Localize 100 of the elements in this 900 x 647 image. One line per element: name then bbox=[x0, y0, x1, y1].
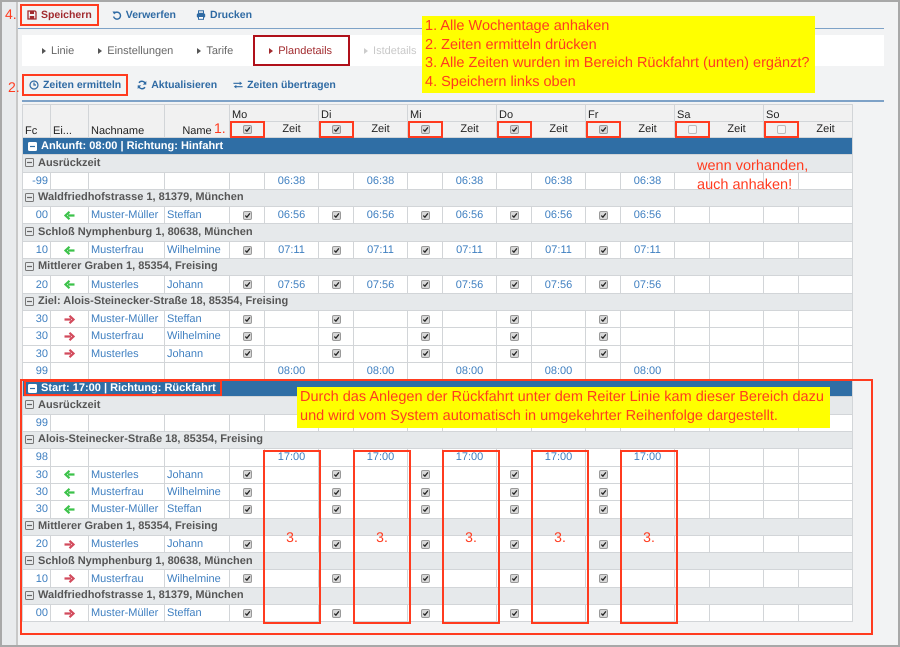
checkbox[interactable] bbox=[598, 608, 608, 618]
collapse-icon[interactable] bbox=[25, 158, 34, 168]
group-header[interactable]: Ziel: Alois-Steinecker-Straße 18, 85354, Freising bbox=[22, 293, 853, 310]
checkbox[interactable] bbox=[332, 280, 340, 290]
checkbox[interactable] bbox=[510, 210, 519, 220]
checkbox[interactable] bbox=[242, 540, 252, 549]
checkbox[interactable] bbox=[598, 349, 608, 358]
checkbox[interactable] bbox=[598, 470, 608, 480]
group-header[interactable]: Alois-Steinecker-Straße 18, 85354, Freising bbox=[22, 432, 853, 449]
checkbox[interactable] bbox=[242, 332, 252, 341]
checkbox[interactable] bbox=[598, 314, 608, 324]
checkbox[interactable] bbox=[332, 210, 340, 220]
checkbox[interactable] bbox=[332, 124, 340, 134]
checkbox[interactable] bbox=[420, 280, 430, 290]
collapse-icon[interactable] bbox=[25, 400, 34, 410]
checkbox[interactable] bbox=[420, 574, 430, 584]
collapse-icon[interactable] bbox=[25, 434, 34, 444]
checkbox[interactable] bbox=[776, 124, 786, 134]
checkbox[interactable] bbox=[242, 608, 252, 618]
table-cell: Johann bbox=[164, 466, 230, 484]
checkbox[interactable] bbox=[242, 314, 252, 324]
checkbox[interactable] bbox=[510, 246, 519, 255]
checkbox[interactable] bbox=[510, 314, 519, 324]
checkbox[interactable] bbox=[598, 574, 608, 584]
checkbox[interactable] bbox=[332, 608, 340, 618]
checkbox[interactable] bbox=[242, 488, 252, 497]
group-header[interactable]: Mittlerer Graben 1, 85354, Freising bbox=[22, 258, 853, 276]
checkbox[interactable] bbox=[332, 540, 340, 549]
checkbox[interactable] bbox=[420, 470, 430, 480]
checkbox[interactable] bbox=[420, 332, 430, 341]
checkbox[interactable] bbox=[242, 504, 252, 514]
checkbox[interactable] bbox=[510, 349, 519, 358]
checkbox[interactable] bbox=[420, 504, 430, 514]
collapse-icon[interactable] bbox=[25, 296, 34, 306]
checkbox[interactable] bbox=[598, 540, 608, 549]
toolbar-button[interactable]: Speichern bbox=[20, 4, 99, 26]
checkbox[interactable] bbox=[510, 470, 519, 480]
checkbox[interactable] bbox=[242, 574, 252, 584]
checkbox[interactable] bbox=[332, 349, 340, 358]
section-header[interactable]: Ankunft: 08:00 | Richtung: Hinfahrt bbox=[22, 138, 853, 155]
collapse-icon[interactable] bbox=[25, 262, 34, 271]
action-button[interactable]: Zeiten übertragen bbox=[226, 74, 343, 96]
table-cell: Steffan bbox=[164, 604, 230, 622]
time-cell: 07:56 bbox=[354, 276, 408, 294]
checkbox[interactable] bbox=[242, 470, 252, 480]
checkbox[interactable] bbox=[598, 504, 608, 514]
column-header: Ei... bbox=[50, 104, 88, 138]
checkbox[interactable] bbox=[420, 124, 430, 134]
checkbox[interactable] bbox=[598, 246, 608, 255]
tab[interactable]: Einstellungen bbox=[94, 35, 194, 66]
checkbox[interactable] bbox=[420, 488, 430, 497]
checkbox[interactable] bbox=[332, 332, 340, 341]
action-button[interactable]: Zeiten ermitteln bbox=[22, 74, 128, 96]
checkbox[interactable] bbox=[510, 574, 519, 584]
checkbox[interactable] bbox=[242, 246, 252, 255]
checkbox[interactable] bbox=[598, 332, 608, 341]
collapse-icon[interactable] bbox=[25, 556, 34, 566]
checkbox[interactable] bbox=[420, 540, 430, 549]
checkbox[interactable] bbox=[242, 280, 252, 290]
group-header[interactable]: Waldfriedhofstrasse 1, 81379, München bbox=[22, 587, 853, 605]
tab[interactable]: Plandetails bbox=[253, 35, 350, 66]
checkbox[interactable] bbox=[510, 488, 519, 497]
checkbox[interactable] bbox=[332, 504, 340, 514]
checkbox[interactable] bbox=[510, 332, 519, 341]
toolbar-button[interactable]: Verwerfen bbox=[104, 4, 183, 26]
group-header[interactable]: Schloß Nymphenburg 1, 80638, München bbox=[22, 552, 853, 570]
tab[interactable]: Linie bbox=[38, 35, 94, 66]
checkbox[interactable] bbox=[510, 608, 519, 618]
group-header[interactable]: Waldfriedhofstrasse 1, 81379, München bbox=[22, 189, 853, 207]
checkbox[interactable] bbox=[420, 210, 430, 220]
checkbox[interactable] bbox=[420, 608, 430, 618]
time-cell: 06:38 bbox=[620, 172, 675, 190]
checkbox[interactable] bbox=[688, 124, 697, 134]
action-button[interactable]: Aktualisieren bbox=[130, 74, 224, 96]
collapse-icon[interactable] bbox=[25, 192, 34, 202]
checkbox[interactable] bbox=[332, 574, 340, 584]
checkbox[interactable] bbox=[332, 246, 340, 255]
collapse-icon[interactable] bbox=[25, 521, 34, 530]
checkbox[interactable] bbox=[598, 280, 608, 290]
toolbar-button[interactable]: Drucken bbox=[188, 4, 259, 26]
group-header[interactable]: Schloß Nymphenburg 1, 80638, München bbox=[22, 224, 853, 242]
checkbox[interactable] bbox=[598, 124, 608, 134]
checkbox[interactable] bbox=[332, 470, 340, 480]
checkbox[interactable] bbox=[510, 280, 519, 290]
checkbox[interactable] bbox=[242, 349, 252, 358]
collapse-icon[interactable] bbox=[25, 227, 34, 236]
checkbox[interactable] bbox=[242, 124, 252, 134]
checkbox[interactable] bbox=[510, 540, 519, 549]
checkbox[interactable] bbox=[510, 124, 519, 134]
checkbox[interactable] bbox=[420, 246, 430, 255]
checkbox[interactable] bbox=[598, 210, 608, 220]
checkbox[interactable] bbox=[420, 314, 430, 324]
collapse-icon[interactable] bbox=[25, 590, 34, 600]
checkbox[interactable] bbox=[420, 349, 430, 358]
checkbox[interactable] bbox=[598, 488, 608, 497]
checkbox[interactable] bbox=[242, 210, 252, 220]
checkbox[interactable] bbox=[332, 314, 340, 324]
checkbox[interactable] bbox=[510, 504, 519, 514]
checkbox[interactable] bbox=[332, 488, 340, 497]
tab[interactable]: Tarife bbox=[193, 35, 254, 66]
